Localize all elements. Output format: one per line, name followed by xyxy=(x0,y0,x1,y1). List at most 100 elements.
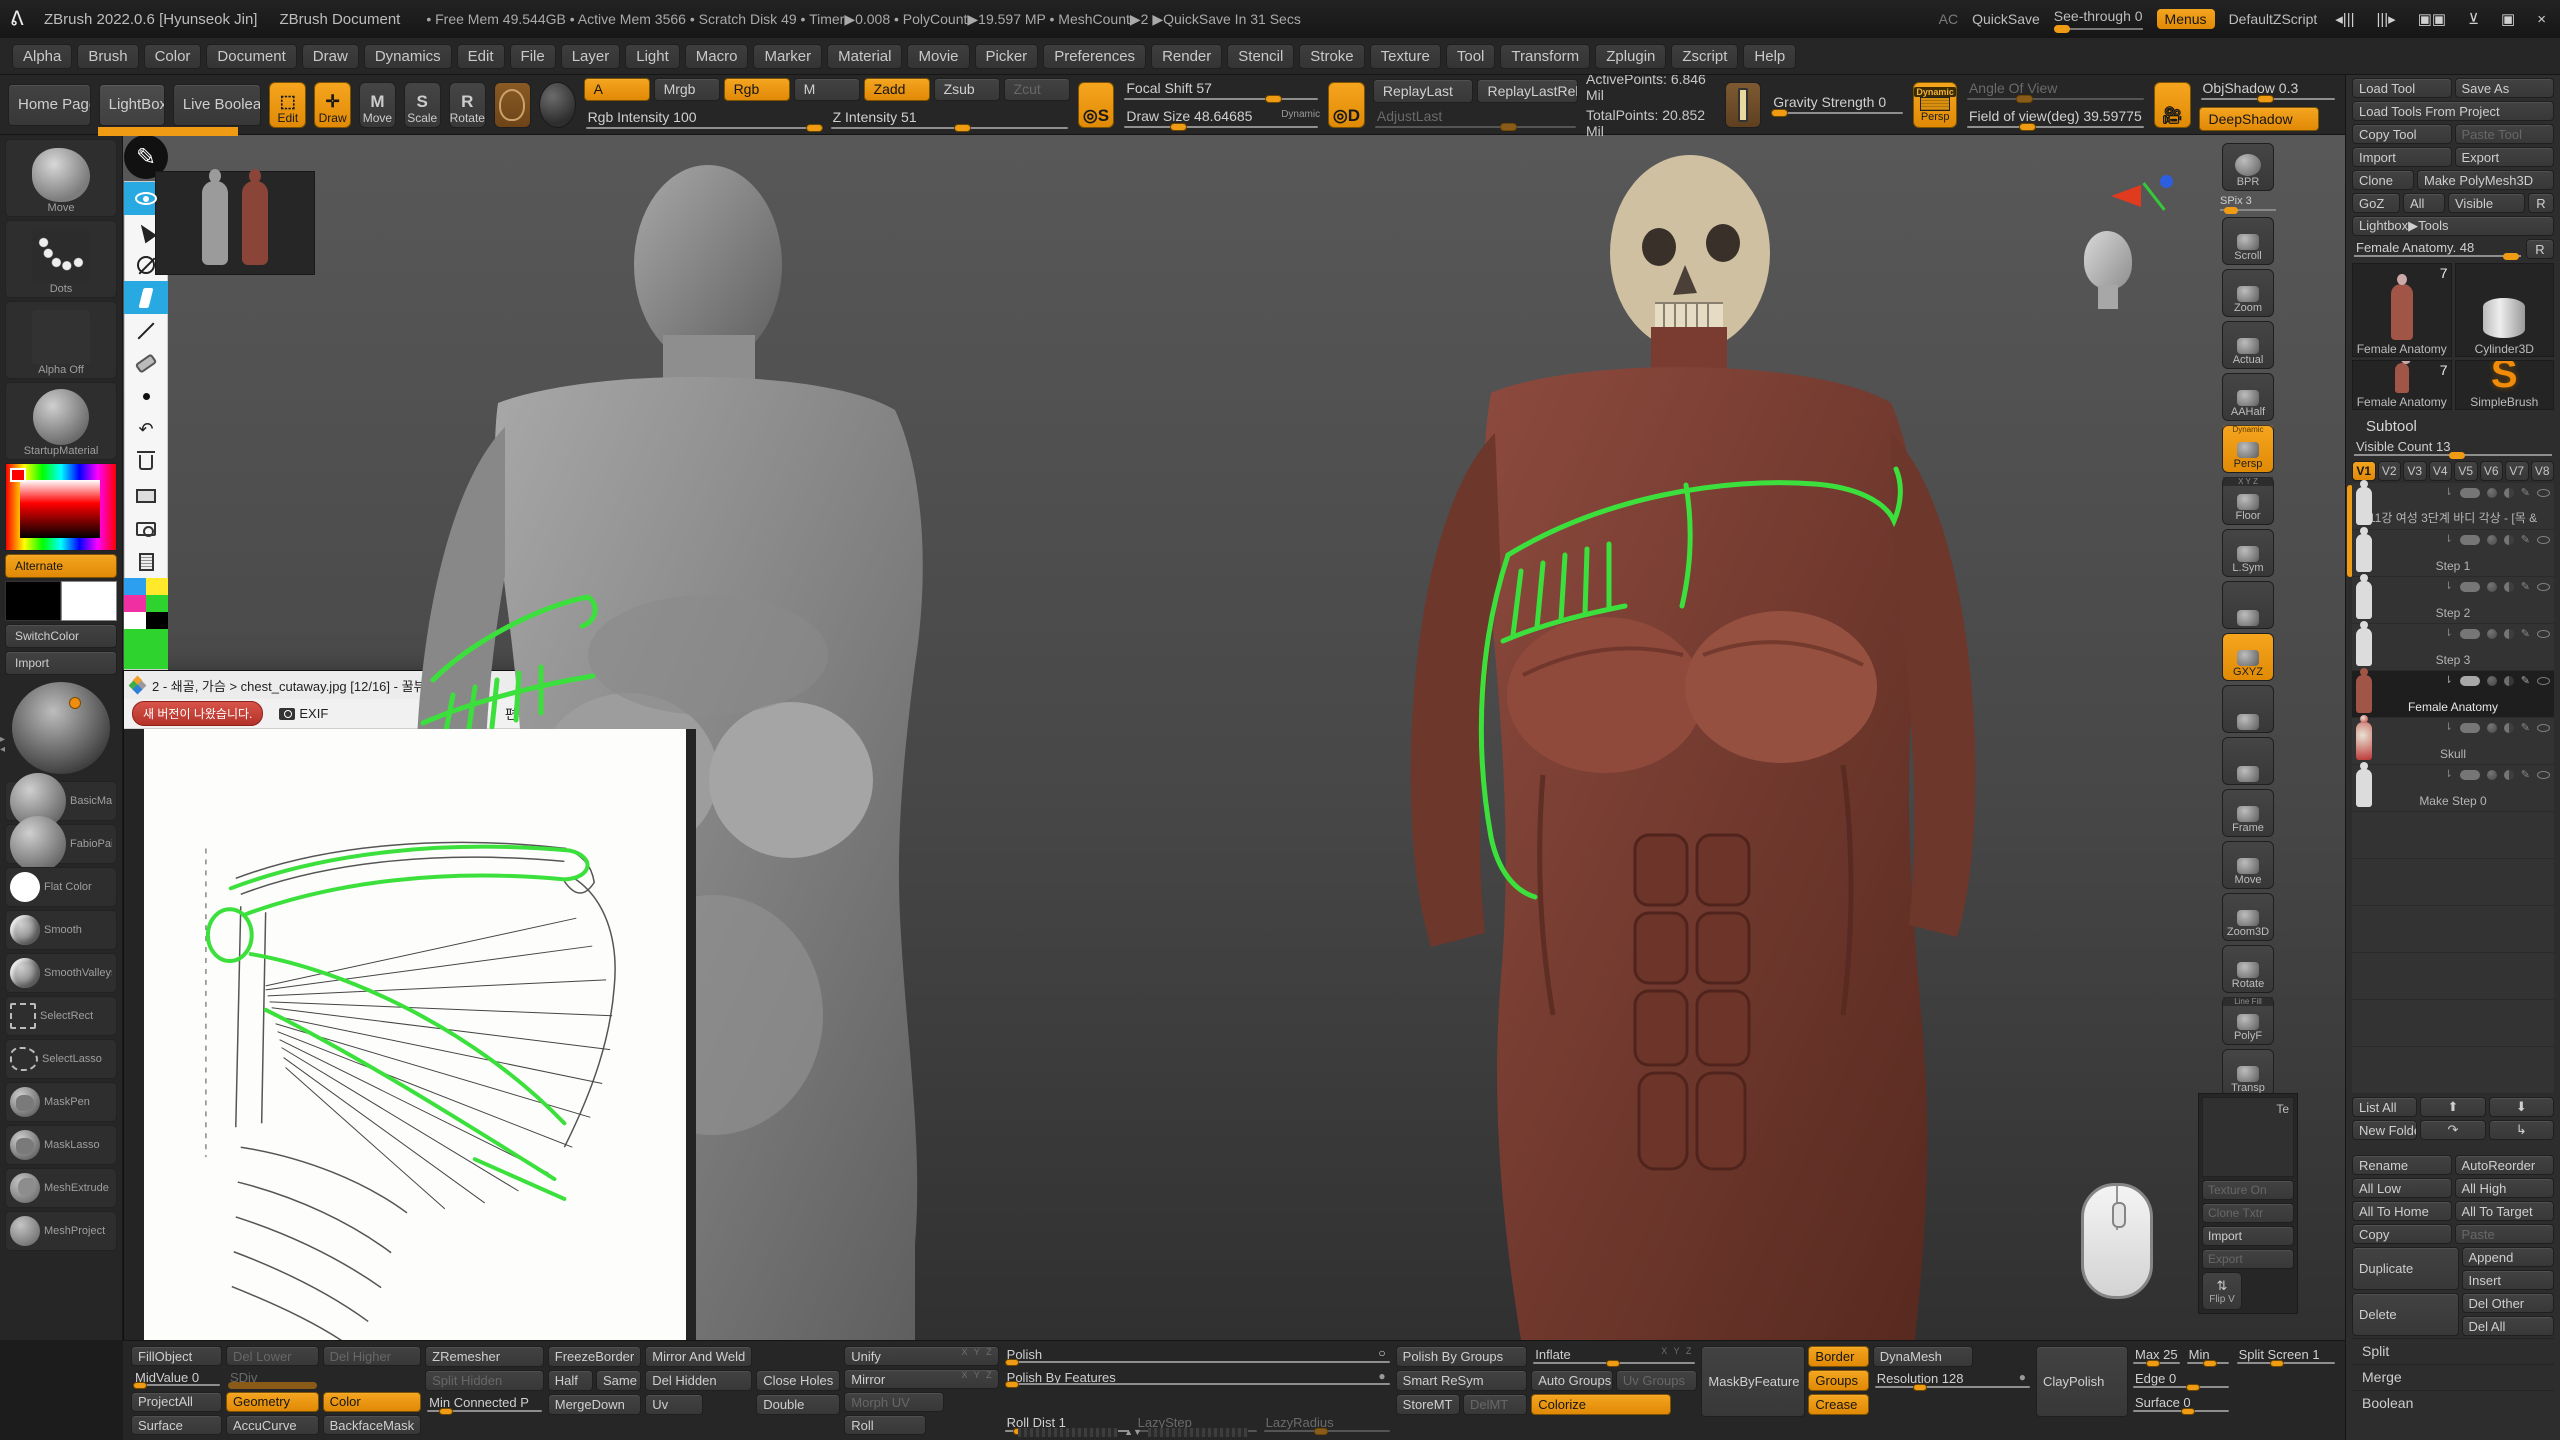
rotate-button[interactable]: RRotate xyxy=(449,82,486,128)
menu-item[interactable]: Material xyxy=(827,44,902,69)
polypaint-icon[interactable] xyxy=(2460,676,2480,686)
texture-on-button[interactable]: Texture On xyxy=(2202,1180,2294,1200)
uv-groups-button[interactable]: Uv Groups xyxy=(1616,1370,1698,1391)
brush-icon[interactable]: ✎ xyxy=(2521,721,2530,734)
backface-mask-button[interactable]: BackfaceMask xyxy=(323,1415,422,1435)
tool-import-button[interactable]: Import xyxy=(2352,147,2452,167)
polypaint-icon[interactable] xyxy=(2460,629,2480,639)
clone-button[interactable]: Clone xyxy=(2352,170,2414,190)
zoom3d-button[interactable]: Zoom3D xyxy=(2222,893,2274,941)
bottom-scrollbar[interactable]: ▲▼ xyxy=(1018,1426,1248,1438)
subtool-paste-button[interactable]: Paste xyxy=(2455,1224,2555,1244)
save-as-button[interactable]: Save As xyxy=(2455,78,2555,98)
material-basic[interactable]: BasicMaterial xyxy=(5,781,117,821)
nav-rotate-button[interactable]: Rotate xyxy=(2222,945,2274,993)
morph-uv-button[interactable]: Morph UV xyxy=(844,1392,944,1412)
texture-thumbnail[interactable]: Te xyxy=(2202,1097,2294,1177)
goz-visible-button[interactable]: Visible xyxy=(2448,193,2525,213)
subtool-row-empty[interactable]: ⇂ ✎ xyxy=(2352,812,2554,859)
polypaint-icon[interactable] xyxy=(2460,535,2480,545)
mirror-and-weld-button[interactable]: Mirror And Weld xyxy=(645,1346,752,1367)
subtool-row[interactable]: ⇂ ✎ Make Step 0 xyxy=(2352,765,2554,812)
close-button[interactable]: × xyxy=(2533,11,2550,28)
rgb-intensity-slider[interactable]: Rgb Intensity 100 xyxy=(584,108,825,132)
menu-item[interactable]: Transform xyxy=(1500,44,1590,69)
dynamic-persp-button[interactable]: DynamicPersp xyxy=(1913,82,1957,128)
clay-edge-slider[interactable]: Edge 0 xyxy=(2131,1370,2231,1391)
persp-button[interactable]: DynamicPersp xyxy=(2222,425,2274,473)
mirror-icon[interactable]: ⇂ xyxy=(2444,675,2452,686)
clone-txtr-button[interactable]: Clone Txtr xyxy=(2202,1203,2294,1223)
eye-icon[interactable] xyxy=(2537,677,2550,685)
view-zoom-button[interactable]: Zoom xyxy=(2222,269,2274,317)
viewer-image-area[interactable] xyxy=(124,729,696,1340)
menu-item[interactable]: Document xyxy=(206,44,296,69)
eye-icon[interactable] xyxy=(2537,724,2550,732)
menu-item[interactable]: File xyxy=(510,44,556,69)
del-other-button[interactable]: Del Other xyxy=(2462,1293,2555,1313)
bpr-button[interactable]: BPR xyxy=(2222,143,2274,191)
color-picker[interactable] xyxy=(5,463,117,551)
stroke-dots[interactable]: Dots xyxy=(5,220,117,298)
half-button[interactable]: Half xyxy=(548,1370,593,1391)
gxyz-button[interactable]: GXYZ xyxy=(2222,633,2274,681)
m-button[interactable]: M xyxy=(794,78,860,101)
live-boolean-button[interactable]: Live Boolean xyxy=(173,84,262,126)
menu-item[interactable]: Texture xyxy=(1370,44,1441,69)
secondary-color-swatch[interactable] xyxy=(61,581,117,621)
see-through-slider[interactable]: See-through 0 xyxy=(2054,8,2143,30)
del-mt-button[interactable]: DelMT xyxy=(1463,1394,1527,1415)
subtool-tab-v3[interactable]: V3 xyxy=(2403,461,2427,481)
menu-item[interactable]: Movie xyxy=(907,44,969,69)
replay-icon-button[interactable]: ◎D xyxy=(1328,82,1365,128)
goz-all-button[interactable]: All xyxy=(2403,193,2445,213)
gravity-pencil-icon[interactable] xyxy=(1725,82,1762,128)
current-material-preview[interactable] xyxy=(539,82,576,128)
subtool-row-empty[interactable]: ⇂ ✎ xyxy=(2352,1047,2554,1094)
orientation-gizmo[interactable] xyxy=(2111,173,2181,233)
polyframe-button[interactable]: Line FillPolyF xyxy=(2222,997,2274,1045)
split-hidden-button[interactable]: Split Hidden xyxy=(425,1370,544,1391)
rgb-button[interactable]: Rgb xyxy=(724,78,790,101)
split-section[interactable]: Split xyxy=(2352,1338,2554,1362)
brush-icon[interactable]: ✎ xyxy=(2521,580,2530,593)
brush-mask-pen[interactable]: MaskPen xyxy=(5,1082,117,1122)
move-up-button[interactable]: ⬆ xyxy=(2420,1097,2485,1117)
menu-item[interactable]: Render xyxy=(1151,44,1222,69)
switch-color-button[interactable]: SwitchColor xyxy=(5,624,117,648)
sphere-icon[interactable] xyxy=(2487,582,2497,592)
contrast-icon[interactable] xyxy=(2504,676,2514,686)
color-button[interactable]: Color xyxy=(323,1392,422,1412)
menu-item[interactable]: Color xyxy=(144,44,202,69)
subtool-tab-v6[interactable]: V6 xyxy=(2480,461,2504,481)
sculpt-canvas[interactable]: ✎ ↶ ✎ xyxy=(123,135,2345,1340)
gravity-strength-slider[interactable]: Gravity Strength 0 xyxy=(1769,93,1905,117)
contrast-icon[interactable] xyxy=(2504,582,2514,592)
new-folder-button[interactable]: New Folder xyxy=(2352,1120,2417,1140)
sphere-icon[interactable] xyxy=(2487,488,2497,498)
subtool-tab-v2[interactable]: V2 xyxy=(2378,461,2402,481)
quicksave-button[interactable]: QuickSave xyxy=(1972,11,2040,27)
move-in-button[interactable]: ↳ xyxy=(2489,1120,2554,1140)
all-to-home-button[interactable]: All To Home xyxy=(2352,1201,2452,1221)
replay-last-button[interactable]: ReplayLast xyxy=(1373,79,1474,103)
color-swatches[interactable] xyxy=(5,581,117,621)
min-connected-slider[interactable]: Min Connected P xyxy=(425,1394,544,1415)
rename-button[interactable]: Rename xyxy=(2352,1155,2452,1175)
transp-button[interactable]: Transp xyxy=(2222,1049,2274,1097)
subtool-tab-v7[interactable]: V7 xyxy=(2505,461,2529,481)
subtool-tab-v1[interactable]: V1 xyxy=(2352,461,2376,481)
polypaint-icon[interactable] xyxy=(2460,770,2480,780)
load-tools-from-project-button[interactable]: Load Tools From Project xyxy=(2352,101,2554,121)
eye-icon[interactable] xyxy=(2537,771,2550,779)
boolean-section[interactable]: Boolean xyxy=(2352,1390,2554,1414)
merge-section[interactable]: Merge xyxy=(2352,1364,2554,1388)
menu-item[interactable]: Dynamics xyxy=(364,44,452,69)
mirror-button[interactable]: MirrorX Y Z xyxy=(844,1369,998,1389)
local-sym-button[interactable]: L.Sym xyxy=(2222,529,2274,577)
split-screen-slider[interactable]: Split Screen 1 xyxy=(2235,1346,2337,1367)
delete-button[interactable]: Delete xyxy=(2352,1293,2459,1336)
tool-select-slider[interactable]: Female Anatomy. 48 xyxy=(2352,239,2523,259)
zsub-button[interactable]: Zsub xyxy=(934,78,1000,101)
merge-down-button[interactable]: MergeDown xyxy=(548,1394,641,1415)
